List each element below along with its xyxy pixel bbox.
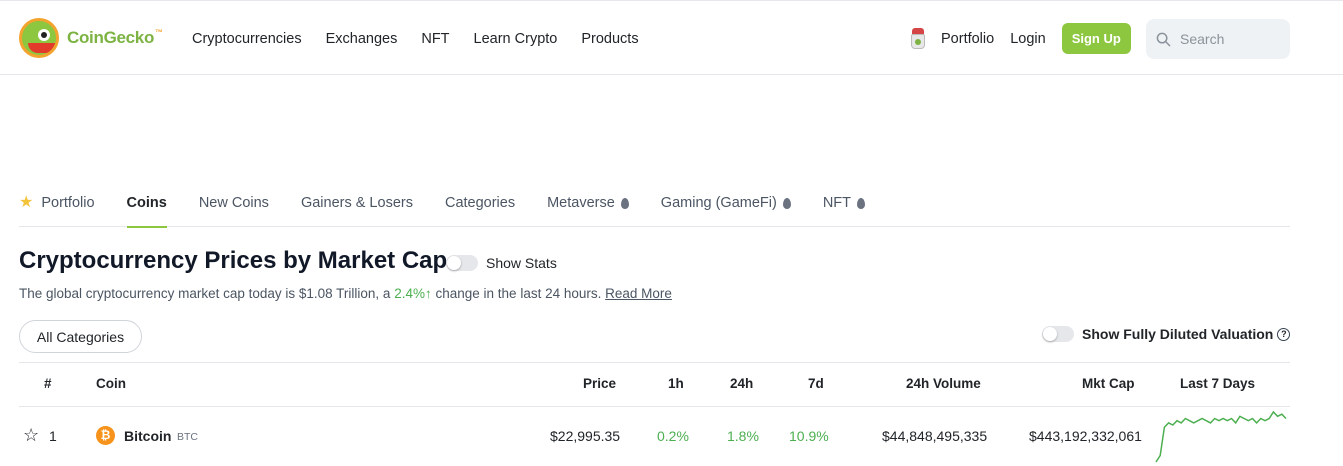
market-cap: $443,192,332,061 (1029, 428, 1142, 444)
coin-symbol: BTC (177, 431, 198, 443)
col-7d[interactable]: 7d (808, 376, 824, 391)
coin-name[interactable]: Bitcoin (124, 428, 171, 444)
nav-cryptocurrencies[interactable]: Cryptocurrencies (192, 31, 302, 47)
coin-rank: 1 (49, 428, 57, 444)
page-title: Cryptocurrency Prices by Market Cap (19, 247, 448, 274)
signup-button[interactable]: Sign Up (1061, 23, 1131, 54)
portfolio-jar-icon[interactable] (910, 27, 926, 50)
change-1h: 0.2% (657, 428, 689, 444)
tab-metaverse[interactable]: Metaverse (547, 180, 629, 227)
nav-nft[interactable]: NFT (421, 31, 449, 47)
gecko-logo-icon (19, 18, 59, 58)
bitcoin-icon: ₿ (96, 426, 115, 445)
search-input[interactable] (1180, 31, 1280, 47)
sub-nav-tabs: ★ Portfolio Coins New Coins Gainers & Lo… (19, 180, 1290, 228)
tab-nft[interactable]: NFT (823, 180, 866, 227)
table-header: # Coin Price 1h 24h 7d 24h Volume Mkt Ca… (19, 362, 1290, 407)
tab-coins[interactable]: Coins (126, 180, 168, 228)
tab-categories[interactable]: Categories (445, 180, 515, 227)
login-link[interactable]: Login (1010, 31, 1045, 47)
toggle-switch[interactable] (446, 255, 478, 271)
coingecko-logo[interactable]: CoinGecko™ (19, 18, 163, 58)
main-nav: Cryptocurrencies Exchanges NFT Learn Cry… (192, 31, 663, 47)
search-box[interactable] (1146, 19, 1290, 59)
market-change: 2.4%↑ (394, 286, 432, 301)
col-mkt-cap[interactable]: Mkt Cap (1082, 376, 1135, 391)
search-icon (1156, 32, 1171, 46)
toggle-switch[interactable] (1042, 326, 1074, 342)
col-coin[interactable]: Coin (96, 376, 126, 391)
fdv-toggle[interactable]: Show Fully Diluted Valuation ? (1042, 326, 1291, 342)
read-more-link[interactable]: Read More (605, 286, 672, 301)
star-icon: ★ (19, 194, 34, 211)
tab-portfolio[interactable]: ★ Portfolio (19, 180, 95, 227)
fdv-label: Show Fully Diluted Valuation (1082, 326, 1274, 342)
show-stats-label: Show Stats (486, 255, 557, 271)
tab-new-coins[interactable]: New Coins (199, 180, 269, 227)
nav-products[interactable]: Products (581, 31, 638, 47)
sparkline-path (1155, 410, 1287, 463)
volume-24h: $44,848,495,335 (882, 428, 988, 444)
brand-name: CoinGecko™ (67, 28, 163, 47)
drop-icon (620, 198, 629, 209)
col-last-7-days: Last 7 Days (1180, 376, 1256, 391)
nav-exchanges[interactable]: Exchanges (326, 31, 398, 47)
table-row[interactable]: ☆ 1 ₿ Bitcoin BTC $22,995.35 0.2% 1.8% 1… (19, 407, 1290, 466)
drop-icon (782, 198, 791, 209)
change-7d: 10.9% (789, 428, 829, 444)
help-icon[interactable]: ? (1277, 327, 1291, 341)
sparkline-7d (1155, 410, 1287, 463)
top-header: CoinGecko™ Cryptocurrencies Exchanges NF… (0, 0, 1343, 75)
nav-learn-crypto[interactable]: Learn Crypto (474, 31, 558, 47)
tab-gainers-losers[interactable]: Gainers & Losers (301, 180, 413, 227)
col-rank[interactable]: # (44, 376, 52, 391)
col-24h-volume[interactable]: 24h Volume (906, 376, 981, 391)
drop-icon (857, 198, 866, 209)
all-categories-button[interactable]: All Categories (19, 320, 142, 353)
change-24h: 1.8% (727, 428, 759, 444)
col-price[interactable]: Price (583, 376, 616, 391)
coin-price: $22,995.35 (550, 428, 621, 444)
market-summary: The global cryptocurrency market cap tod… (19, 286, 672, 301)
show-stats-toggle[interactable]: Show Stats (446, 255, 557, 271)
tab-gaming[interactable]: Gaming (GameFi) (661, 180, 791, 227)
portfolio-link[interactable]: Portfolio (941, 31, 994, 47)
right-nav: Portfolio Login Sign Up (910, 23, 1131, 54)
col-24h[interactable]: 24h (730, 376, 753, 391)
star-outline-icon[interactable]: ☆ (23, 426, 39, 444)
col-1h[interactable]: 1h (668, 376, 684, 391)
